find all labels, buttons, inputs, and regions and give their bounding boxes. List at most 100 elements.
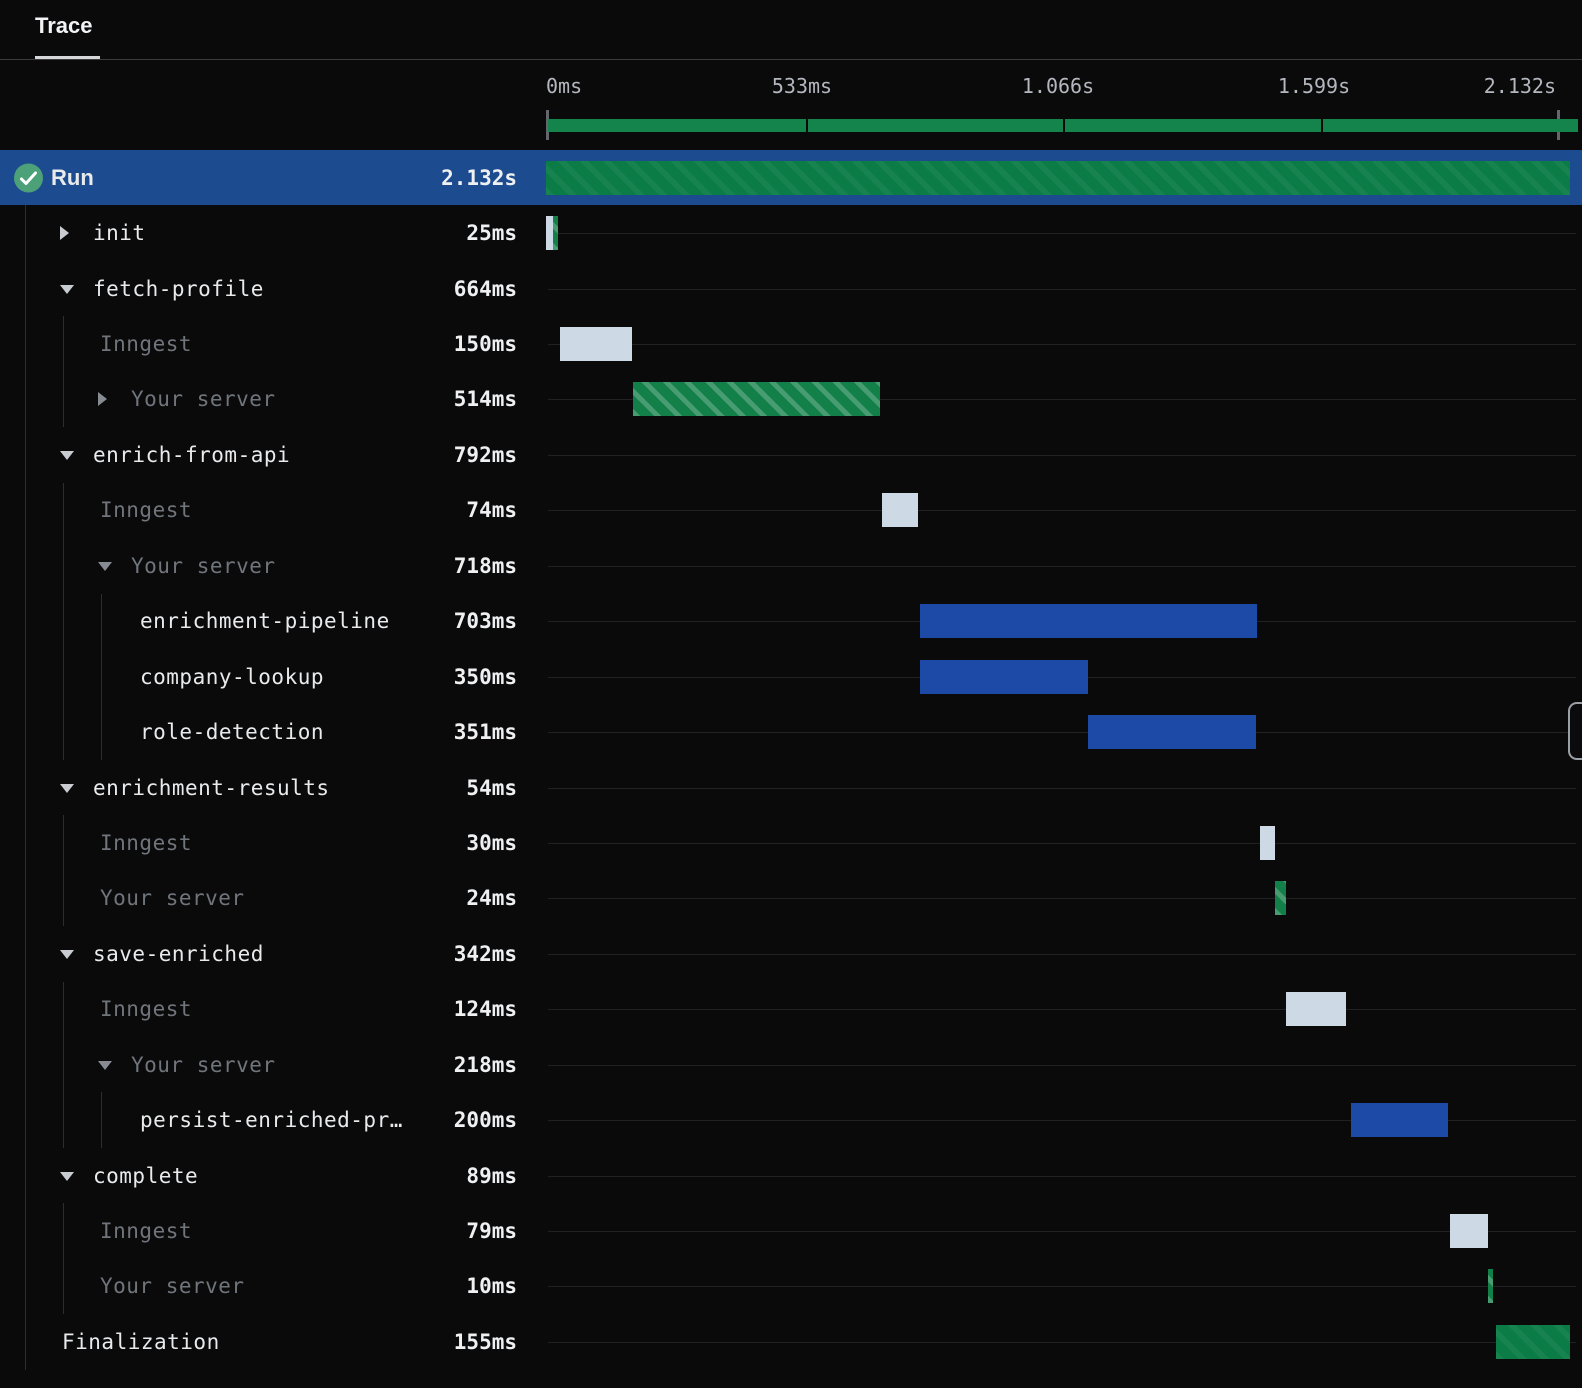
indent-guide xyxy=(25,593,26,649)
span-bar-server[interactable] xyxy=(552,216,558,251)
span-bar-queue[interactable] xyxy=(1260,825,1275,860)
trace-row[interactable]: Inngest 150ms xyxy=(0,316,1582,372)
trace-row[interactable]: Your server 10ms xyxy=(0,1258,1582,1315)
trace-viewer: Trace 0ms 533ms 1.066s 1.599s 2.132s Run 2.13… xyxy=(0,0,1582,1388)
trace-row[interactable]: Your server 514ms xyxy=(0,371,1582,428)
row-label-cell: Your server 218ms xyxy=(0,1037,546,1093)
caret-down-icon[interactable] xyxy=(60,284,74,294)
timeline-tick-label: 0ms xyxy=(546,74,583,98)
row-track xyxy=(546,594,1576,649)
trace-row[interactable]: Your server 218ms xyxy=(0,1037,1582,1093)
span-name: Inngest xyxy=(100,830,193,855)
span-name: Finalization xyxy=(62,1329,220,1354)
trace-row[interactable]: save-enriched 342ms xyxy=(0,926,1582,982)
span-duration: 79ms xyxy=(466,1219,517,1244)
row-label-cell: Inngest 124ms xyxy=(0,981,546,1037)
trace-row[interactable]: Inngest 124ms xyxy=(0,981,1582,1037)
trace-row[interactable]: persist-enriched-pr… 200ms xyxy=(0,1092,1582,1148)
indent-guide xyxy=(63,1092,64,1148)
indent-guide xyxy=(25,1147,26,1204)
span-bar-exec[interactable] xyxy=(1087,715,1257,750)
tab-trace[interactable]: Trace xyxy=(35,13,100,59)
scroll-handle[interactable] xyxy=(1568,702,1582,760)
indent-guide xyxy=(63,1258,64,1315)
span-bar-exec[interactable] xyxy=(919,659,1088,694)
row-label-cell: init 25ms xyxy=(0,205,546,261)
span-bar-server[interactable] xyxy=(1274,881,1287,916)
span-bar-server[interactable] xyxy=(632,382,880,417)
span-name: enrichment-pipeline xyxy=(140,609,390,634)
trace-row[interactable]: Inngest 30ms xyxy=(0,815,1582,871)
caret-down-icon[interactable] xyxy=(60,450,74,460)
span-name: Your server xyxy=(131,1052,276,1077)
row-label-cell: Inngest 30ms xyxy=(0,815,546,871)
row-track xyxy=(546,316,1576,371)
caret-right-icon[interactable] xyxy=(98,392,107,407)
span-bar-exec[interactable] xyxy=(1351,1103,1448,1138)
row-label-cell: complete 89ms xyxy=(0,1147,546,1204)
trace-row[interactable]: enrichment-results 54ms xyxy=(0,759,1582,816)
span-bar-queue[interactable] xyxy=(560,327,633,362)
trace-row[interactable]: Run 2.132s xyxy=(0,150,1582,206)
caret-down-icon[interactable] xyxy=(98,1060,112,1070)
trace-row[interactable]: Inngest 74ms xyxy=(0,482,1582,539)
row-label-cell: Your server 718ms xyxy=(0,538,546,594)
span-duration: 718ms xyxy=(453,553,517,578)
caret-down-icon[interactable] xyxy=(60,783,74,793)
row-track xyxy=(546,1314,1576,1369)
indent-guide xyxy=(63,1203,64,1259)
row-track xyxy=(546,871,1576,926)
indent-guide xyxy=(25,427,26,483)
indent-guide xyxy=(25,205,26,261)
span-duration: 514ms xyxy=(453,387,517,412)
row-track xyxy=(546,1092,1576,1147)
span-bar-exec[interactable] xyxy=(919,604,1258,639)
trace-row[interactable]: enrichment-pipeline 703ms xyxy=(0,593,1582,649)
span-duration: 155ms xyxy=(453,1329,517,1354)
span-bar-server[interactable] xyxy=(1488,1269,1494,1304)
indent-guide xyxy=(25,538,26,594)
trace-row[interactable]: fetch-profile 664ms xyxy=(0,260,1582,317)
span-bar-queue[interactable] xyxy=(546,216,553,251)
trace-row[interactable]: Finalization 155ms xyxy=(0,1314,1582,1370)
trace-row[interactable]: Inngest 79ms xyxy=(0,1203,1582,1259)
trace-row[interactable]: Your server 24ms xyxy=(0,870,1582,927)
span-name: Your server xyxy=(100,1274,245,1299)
span-bar-queue[interactable] xyxy=(1450,1214,1489,1249)
timeline-tick-label: 1.599s xyxy=(1277,74,1351,98)
indent-guide xyxy=(25,815,26,871)
span-duration: 2.132s xyxy=(441,165,517,190)
span-name: company-lookup xyxy=(140,664,325,689)
indent-guide xyxy=(25,260,26,317)
trace-row[interactable]: enrich-from-api 792ms xyxy=(0,427,1582,483)
span-name: enrich-from-api xyxy=(93,442,291,467)
span-duration: 218ms xyxy=(453,1052,517,1077)
row-track xyxy=(546,1203,1576,1258)
trace-row[interactable]: company-lookup 350ms xyxy=(0,648,1582,705)
span-duration: 30ms xyxy=(466,830,517,855)
row-label-cell: fetch-profile 664ms xyxy=(0,260,546,317)
span-name: Inngest xyxy=(100,1219,193,1244)
span-duration: 351ms xyxy=(453,720,517,745)
indent-guide xyxy=(63,704,64,760)
caret-down-icon[interactable] xyxy=(98,561,112,571)
caret-right-icon[interactable] xyxy=(60,226,69,241)
span-bar-queue[interactable] xyxy=(1286,992,1346,1027)
trace-row[interactable]: complete 89ms xyxy=(0,1147,1582,1204)
span-name: enrichment-results xyxy=(93,775,330,800)
span-bar-queue[interactable] xyxy=(882,493,918,528)
caret-down-icon[interactable] xyxy=(60,949,74,959)
trace-row[interactable]: Your server 718ms xyxy=(0,538,1582,594)
span-duration: 150ms xyxy=(453,332,517,357)
trace-row[interactable]: role-detection 351ms xyxy=(0,704,1582,760)
span-bar-run[interactable] xyxy=(1495,1324,1570,1359)
row-label-cell: Run 2.132s xyxy=(0,150,546,205)
row-label-cell: Your server 514ms xyxy=(0,371,546,428)
row-track xyxy=(546,372,1576,427)
indent-guide xyxy=(25,482,26,539)
caret-down-icon[interactable] xyxy=(60,1171,74,1181)
row-track xyxy=(546,649,1576,704)
trace-row[interactable]: init 25ms xyxy=(0,205,1582,261)
row-track xyxy=(546,427,1576,482)
span-bar-run[interactable] xyxy=(546,160,1570,195)
